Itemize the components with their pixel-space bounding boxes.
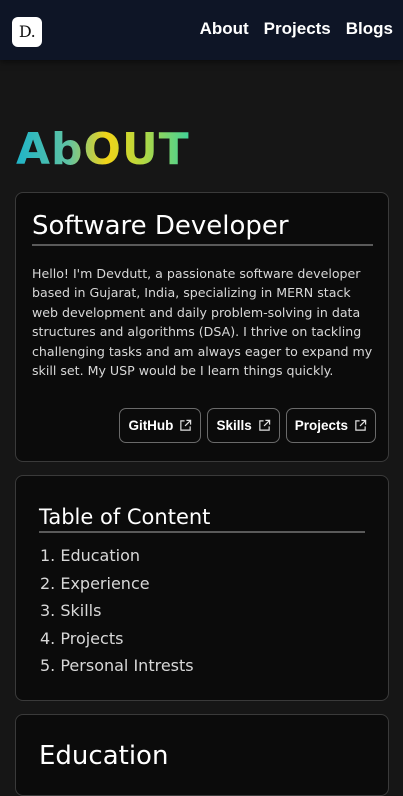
education-card: Education xyxy=(15,714,389,796)
toc-item-experience[interactable]: 2. Experience xyxy=(40,570,194,598)
toc-title: Table of Content xyxy=(39,503,365,533)
toc-item-education[interactable]: 1. Education xyxy=(40,542,194,570)
external-link-icon xyxy=(355,419,367,431)
nav-link-about[interactable]: About xyxy=(200,19,249,39)
skills-button[interactable]: Skills xyxy=(207,408,280,443)
nav-links: About Projects Blogs xyxy=(200,19,393,39)
nav-link-blogs[interactable]: Blogs xyxy=(346,19,393,39)
toc-item-personal-interests[interactable]: 5. Personal Intrests xyxy=(40,652,194,680)
projects-button[interactable]: Projects xyxy=(285,408,376,443)
external-link-icon xyxy=(180,419,192,431)
page-title: AbOUT xyxy=(16,124,190,175)
developer-card: Software Developer Hello! I'm Devdutt, a… xyxy=(15,192,389,462)
developer-card-title: Software Developer xyxy=(32,209,373,246)
skills-button-label: Skills xyxy=(216,418,252,433)
table-of-content-card: Table of Content 1. Education 2. Experie… xyxy=(15,475,389,701)
developer-bio: Hello! I'm Devdutt, a passionate softwar… xyxy=(32,266,373,379)
nav-link-projects[interactable]: Projects xyxy=(264,19,331,39)
education-title: Education xyxy=(39,741,169,771)
toc-list: 1. Education 2. Experience 3. Skills 4. … xyxy=(40,542,194,680)
toc-item-skills[interactable]: 3. Skills xyxy=(40,597,194,625)
top-navbar: D. About Projects Blogs xyxy=(0,0,403,60)
github-button-label: GitHub xyxy=(128,418,174,433)
toc-item-projects[interactable]: 4. Projects xyxy=(40,625,194,653)
developer-links: GitHub Skills Projects xyxy=(119,408,376,443)
github-button[interactable]: GitHub xyxy=(119,408,202,443)
external-link-icon xyxy=(258,419,270,431)
site-logo[interactable]: D. xyxy=(12,17,42,47)
projects-button-label: Projects xyxy=(294,418,348,433)
